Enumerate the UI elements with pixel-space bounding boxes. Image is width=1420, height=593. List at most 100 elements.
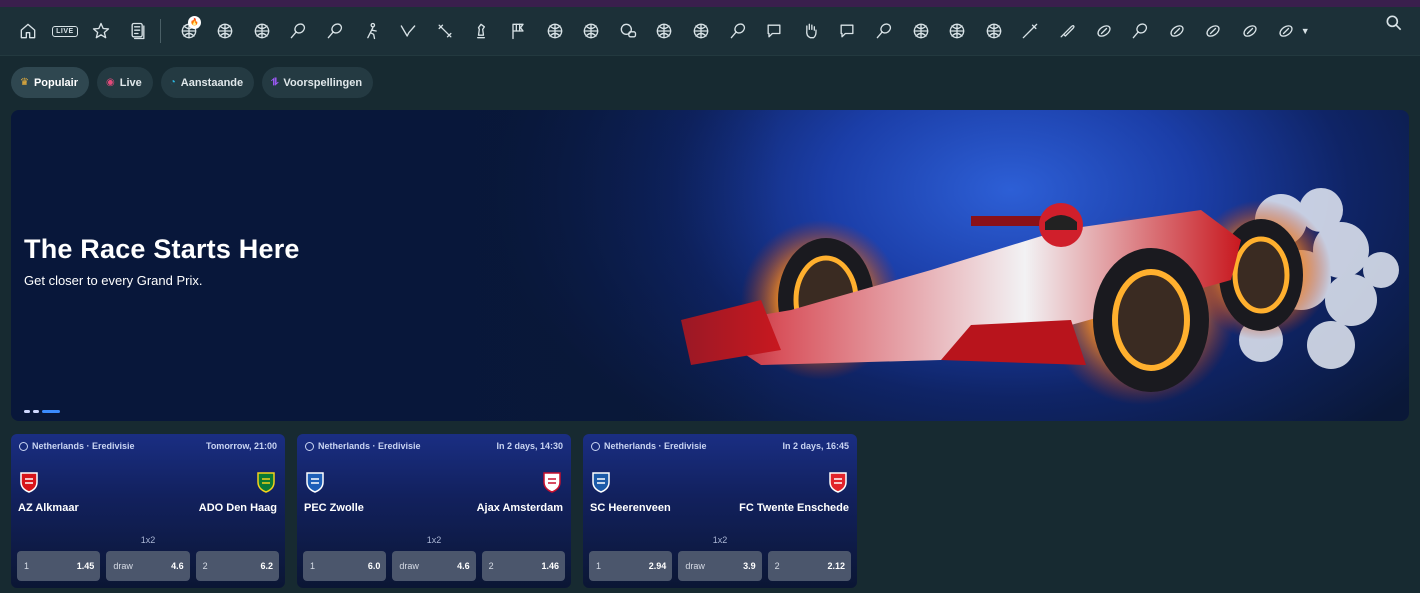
odds-label: draw — [399, 561, 419, 571]
penalty-icon[interactable] — [683, 13, 720, 49]
odds-label: draw — [113, 561, 133, 571]
top-accent-bar — [0, 0, 1420, 7]
home-icon[interactable] — [10, 13, 47, 49]
away-team-name: FC Twente Enschede — [739, 502, 849, 514]
basketball-icon[interactable] — [244, 13, 281, 49]
hero-title: The Race Starts Here — [24, 234, 300, 264]
match-time: In 2 days, 14:30 — [496, 441, 563, 451]
ebasketball-league-icon[interactable] — [975, 13, 1012, 49]
odds-value: 1.45 — [76, 561, 95, 571]
match-header: Netherlands · Eredivisie Tomorrow, 21:00 — [19, 441, 277, 451]
dota-icon[interactable] — [427, 13, 464, 49]
sports-navigation: LIVE 🔥 ▼ — [0, 7, 1420, 56]
esoccer-cup-icon[interactable] — [939, 13, 976, 49]
away-team-name: ADO Den Haag — [198, 502, 277, 514]
live-label: LIVE — [52, 25, 78, 37]
baseball-bat-icon[interactable] — [1049, 13, 1086, 49]
league-info: Netherlands · Eredivisie — [305, 441, 421, 451]
away-team-crest-icon — [541, 471, 563, 493]
nav-separator — [160, 19, 162, 43]
efootball-icon[interactable] — [1158, 13, 1195, 49]
soccer-plus-icon[interactable] — [207, 13, 244, 49]
american-football-icon[interactable] — [1195, 13, 1232, 49]
valorant-icon[interactable] — [390, 13, 427, 49]
odds-label: 2 — [202, 561, 208, 571]
match-header: Netherlands · Eredivisie In 2 days, 14:3… — [305, 441, 563, 451]
home-team-name: PEC Zwolle — [304, 502, 364, 514]
globe-icon — [305, 441, 314, 451]
match-time: In 2 days, 16:45 — [782, 441, 849, 451]
hero-banner[interactable]: The Race Starts Here Get closer to every… — [11, 110, 1409, 421]
e-rugby-icon[interactable] — [1232, 13, 1269, 49]
filter-chip-label: Voorspellingen — [283, 76, 363, 89]
match-card[interactable]: Netherlands · Eredivisie Tomorrow, 21:00… — [11, 434, 285, 588]
odds-label: 1 — [310, 561, 316, 571]
hero-gradient — [11, 110, 1409, 421]
match-header: Netherlands · Eredivisie In 2 days, 16:4… — [591, 441, 849, 451]
ebasketball-icon[interactable] — [646, 13, 683, 49]
filter-chip-icon: ◉ — [105, 77, 115, 88]
aussie-rules-icon[interactable] — [1268, 13, 1305, 49]
rugby-icon[interactable] — [1085, 13, 1122, 49]
globe-icon — [19, 441, 28, 451]
boxing-glove-icon[interactable] — [792, 13, 829, 49]
market-label: 1x2 — [140, 535, 156, 545]
counter-strike-icon[interactable] — [353, 13, 390, 49]
odds-value: 6.2 — [260, 561, 273, 571]
chess-icon[interactable] — [463, 13, 500, 49]
odds-button-1[interactable]: 1 1.45 — [17, 551, 101, 581]
league-info: Netherlands · Eredivisie — [591, 441, 707, 451]
away-team-crest-icon — [827, 471, 849, 493]
odds-value: 1.46 — [541, 561, 559, 571]
odds-button-1[interactable]: 1 6.0 — [303, 551, 387, 581]
fifa-icon[interactable] — [536, 13, 573, 49]
carousel-indicators — [24, 410, 60, 413]
golf-icon[interactable] — [866, 13, 903, 49]
cricket-icon[interactable] — [829, 13, 866, 49]
favorites-star-icon[interactable] — [83, 13, 120, 49]
odds-row: 1 6.0 draw 4.6 2 1.46 — [303, 551, 565, 581]
carousel-dot[interactable] — [33, 410, 39, 413]
odds-label: 1 — [596, 561, 602, 571]
match-time: Tomorrow, 21:00 — [205, 441, 277, 451]
filter-chip-label: Populair — [33, 76, 78, 89]
odds-button-draw[interactable]: draw 4.6 — [392, 551, 476, 581]
badminton-racket-icon[interactable] — [1122, 13, 1159, 49]
odds-button-draw[interactable]: draw 4.6 — [106, 551, 190, 581]
volleyball-icon[interactable] — [573, 13, 610, 49]
globe-icon — [591, 441, 600, 451]
soccer-hot-icon[interactable]: 🔥 — [170, 13, 207, 49]
hockey-icon[interactable] — [756, 13, 793, 49]
table-tennis-icon[interactable] — [719, 13, 756, 49]
darts-icon[interactable] — [1012, 13, 1049, 49]
filter-chip-populair[interactable]: ♛ Populair — [11, 67, 89, 98]
home-team-crest-icon — [304, 471, 326, 493]
odds-button-2[interactable]: 2 6.2 — [195, 551, 279, 581]
search-icon[interactable] — [1384, 13, 1408, 37]
league-name: Netherlands · Eredivisie — [32, 441, 135, 451]
carousel-dot[interactable] — [24, 410, 30, 413]
league-name: Netherlands · Eredivisie — [604, 441, 707, 451]
badminton-icon[interactable] — [317, 13, 354, 49]
filter-chip-aanstaande[interactable]: ◔ Aanstaande — [160, 67, 255, 98]
home-team-crest-icon — [590, 471, 612, 493]
odds-button-2[interactable]: 2 1.46 — [481, 551, 565, 581]
odds-button-2[interactable]: 2 2.12 — [767, 551, 851, 581]
match-card[interactable]: Netherlands · Eredivisie In 2 days, 16:4… — [583, 434, 857, 588]
esoccer-icon[interactable] — [902, 13, 939, 49]
odds-value: 4.6 — [171, 561, 184, 571]
odds-label: 1 — [24, 561, 30, 571]
match-card[interactable]: Netherlands · Eredivisie In 2 days, 14:3… — [297, 434, 571, 588]
live-icon[interactable]: LIVE — [47, 13, 84, 49]
filter-chip-icon: ⥮ — [271, 77, 279, 88]
filter-chip-icon: ♛ — [20, 77, 29, 88]
filter-chip-live[interactable]: ◉ Live — [96, 67, 153, 98]
odds-button-1[interactable]: 1 2.94 — [589, 551, 673, 581]
betslip-icon[interactable] — [120, 13, 157, 49]
carousel-dot[interactable] — [42, 410, 60, 413]
league-of-legends-icon[interactable] — [610, 13, 647, 49]
tennis-icon[interactable] — [280, 13, 317, 49]
odds-button-draw[interactable]: draw 3.9 — [678, 551, 762, 581]
filter-chip-voorspellingen[interactable]: ⥮ Voorspellingen — [262, 67, 374, 98]
racing-flag-icon[interactable] — [500, 13, 537, 49]
